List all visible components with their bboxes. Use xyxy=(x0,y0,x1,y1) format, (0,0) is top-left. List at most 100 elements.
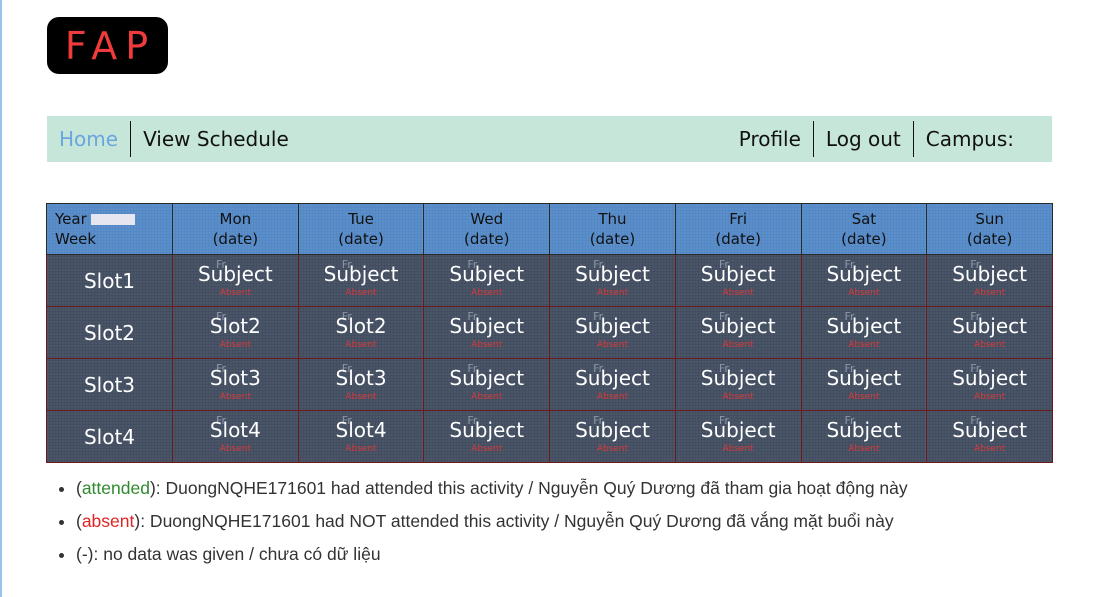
cell-subject[interactable]: Subject xyxy=(928,314,1051,338)
timetable-cell[interactable]: Fr Subject Absent xyxy=(926,306,1053,359)
cell-status: Absent xyxy=(596,340,629,350)
cell-subject[interactable]: Subject xyxy=(677,262,800,286)
cell-status: Absent xyxy=(722,340,754,350)
cell-subject[interactable]: Subject xyxy=(425,314,548,338)
day-date: (date) xyxy=(212,230,259,248)
cell-subject[interactable]: Subject xyxy=(677,314,800,338)
day-header-wed: Wed (date) xyxy=(423,203,551,255)
nav-profile-link[interactable]: Profile xyxy=(727,121,814,157)
timetable-cell[interactable]: Fr Subject Absent xyxy=(674,410,802,463)
timetable-cell[interactable]: Fr Subject Absent xyxy=(549,358,676,411)
timetable-cell[interactable]: Fr Subject Absent xyxy=(800,358,928,411)
cell-subject[interactable]: Slot2 xyxy=(300,314,423,338)
cell-subject[interactable]: Subject xyxy=(803,262,926,286)
cell-subject[interactable]: Slot4 xyxy=(174,418,297,442)
cell-subject[interactable]: Subject xyxy=(174,262,297,286)
cell-status: Absent xyxy=(973,340,1006,350)
cell-subject[interactable]: Subject xyxy=(425,418,548,442)
timetable-cell[interactable]: Fr Subject Absent xyxy=(800,306,928,359)
timetable-cell[interactable]: Fr Subject Absent xyxy=(674,358,802,411)
cell-subject[interactable]: Slot2 xyxy=(174,314,297,338)
timetable-cell[interactable]: Fr Slot4 Absent xyxy=(297,410,425,463)
timetable-cell[interactable]: Fr Subject Absent xyxy=(423,358,551,411)
cell-subject[interactable]: Subject xyxy=(551,314,674,338)
cell-status: Absent xyxy=(596,444,629,454)
cell-subject[interactable]: Subject xyxy=(300,262,423,286)
timetable-cell[interactable]: Fr Subject Absent xyxy=(926,254,1053,307)
cell-subject[interactable]: Subject xyxy=(803,418,926,442)
day-date: (date) xyxy=(715,230,761,248)
timetable-cell[interactable]: Fr Subject Absent xyxy=(926,358,1053,411)
year-select[interactable] xyxy=(90,214,135,225)
cell-status: Absent xyxy=(345,288,377,298)
cell-status: Absent xyxy=(471,340,503,350)
cell-status: Absent xyxy=(722,392,754,402)
cell-status: Absent xyxy=(219,288,252,298)
cell-status: Absent xyxy=(848,444,880,454)
cell-status: Absent xyxy=(848,288,880,298)
day-header-sat: Sat (date) xyxy=(800,203,928,255)
day-name: Fri xyxy=(729,210,748,228)
timetable-cell[interactable]: Fr Subject Absent xyxy=(674,254,802,307)
timetable-cell[interactable]: Fr Subject Absent xyxy=(549,410,676,463)
day-name: Tue xyxy=(348,210,374,228)
timetable-cell[interactable]: Fr Subject Absent xyxy=(549,254,676,307)
cell-subject[interactable]: Slot3 xyxy=(174,366,297,390)
slot-label: Slot4 xyxy=(46,410,173,463)
timetable-cell[interactable]: Fr Subject Absent xyxy=(800,410,928,463)
cell-subject[interactable]: Subject xyxy=(677,366,800,390)
timetable-cell[interactable]: Fr Subject Absent xyxy=(926,410,1053,463)
cell-subject[interactable]: Slot4 xyxy=(300,418,423,442)
nav-right-group: Profile Log out Campus: xyxy=(727,116,1052,162)
cell-status: Absent xyxy=(973,392,1006,402)
cell-subject[interactable]: Subject xyxy=(928,418,1051,442)
cell-subject[interactable]: Slot3 xyxy=(300,366,423,390)
nav-logout-link[interactable]: Log out xyxy=(814,121,914,157)
timetable-cell[interactable]: Fr Subject Absent xyxy=(674,306,802,359)
absent-status-text: absent xyxy=(81,511,135,531)
timetable-cell[interactable]: Fr Slot3 Absent xyxy=(172,358,299,411)
day-date: (date) xyxy=(463,230,510,248)
cell-subject[interactable]: Subject xyxy=(928,262,1051,286)
cell-subject[interactable]: Subject xyxy=(425,366,548,390)
day-date: (date) xyxy=(589,230,636,248)
cell-subject[interactable]: Subject xyxy=(803,314,926,338)
timetable-cell[interactable]: Fr Slot4 Absent xyxy=(172,410,299,463)
timetable-cell[interactable]: Fr Subject Absent xyxy=(423,410,551,463)
cell-subject[interactable]: Subject xyxy=(425,262,548,286)
timetable-cell[interactable]: Fr Subject Absent xyxy=(423,254,551,307)
timetable-cell[interactable]: Fr Subject Absent xyxy=(549,306,676,359)
cell-subject[interactable]: Subject xyxy=(928,366,1051,390)
day-date: (date) xyxy=(841,230,887,248)
cell-subject[interactable]: Subject xyxy=(803,366,926,390)
timetable-cell[interactable]: Fr Slot3 Absent xyxy=(297,358,425,411)
cell-subject[interactable]: Subject xyxy=(551,366,674,390)
cell-subject[interactable]: Subject xyxy=(551,418,674,442)
nav-home-link[interactable]: Home xyxy=(47,121,132,157)
nav-left-group: Home View Schedule xyxy=(47,116,301,162)
top-nav-bar: Home View Schedule Profile Log out Campu… xyxy=(47,116,1052,162)
cell-status: Absent xyxy=(471,392,503,402)
cell-status: Absent xyxy=(345,392,377,402)
timetable-cell[interactable]: Fr Slot2 Absent xyxy=(297,306,425,359)
timetable-cell[interactable]: Fr Subject Absent xyxy=(297,254,425,307)
week-label: Week xyxy=(55,230,97,248)
timetable-row: Slot1 Fr Subject Absent Fr Subject Absent Fr Sub… xyxy=(46,254,1053,307)
day-date: (date) xyxy=(338,230,384,248)
timetable-cell[interactable]: Fr Subject Absent xyxy=(800,254,928,307)
cell-status: Absent xyxy=(722,444,754,454)
cell-subject[interactable]: Subject xyxy=(551,262,674,286)
fap-logo[interactable]: FAP xyxy=(47,17,168,74)
cell-status: Absent xyxy=(973,288,1006,298)
cell-status: Absent xyxy=(345,340,377,350)
cell-status: Absent xyxy=(596,392,629,402)
cell-subject[interactable]: Subject xyxy=(677,418,800,442)
nav-campus-label: Campus: xyxy=(925,127,1014,151)
timetable-cell[interactable]: Fr Slot2 Absent xyxy=(172,306,299,359)
cell-status: Absent xyxy=(596,288,629,298)
timetable-cell[interactable]: Fr Subject Absent xyxy=(423,306,551,359)
cell-status: Absent xyxy=(219,340,252,350)
year-week-header: Year Week xyxy=(46,203,173,255)
nav-view-schedule-link[interactable]: View Schedule xyxy=(131,121,301,157)
timetable-cell[interactable]: Fr Subject Absent xyxy=(172,254,299,307)
